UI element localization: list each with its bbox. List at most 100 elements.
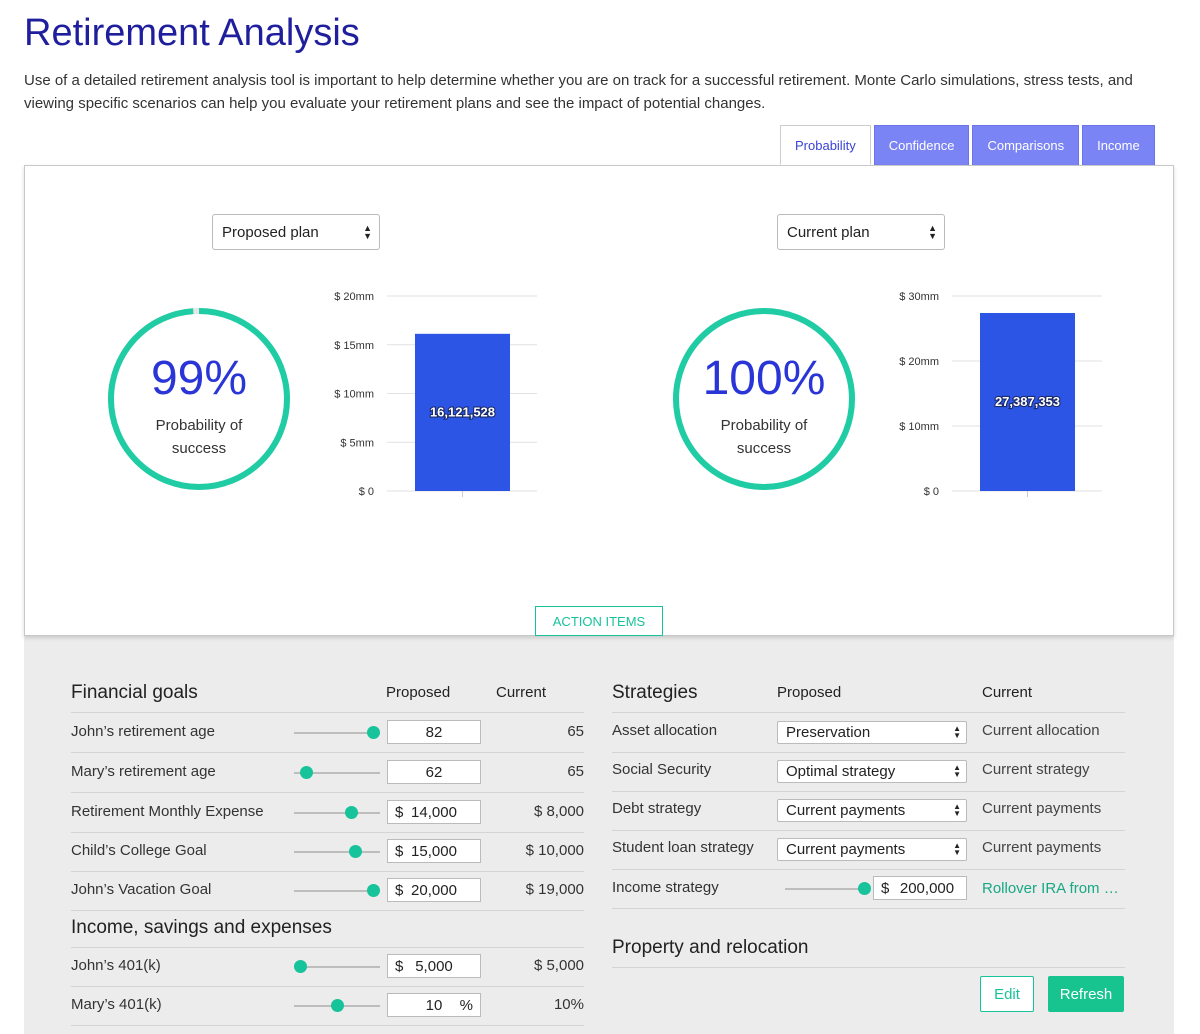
select-arrows-icon: ▲ ▼: [953, 802, 961, 818]
row-divider: [612, 869, 1125, 870]
strategy-select[interactable]: Optimal strategy ▲ ▼: [777, 760, 967, 783]
probability-card: Proposed plan ▲ ▼ 99% Probability of succ…: [24, 165, 1174, 636]
select-arrows-icon: ▲ ▼: [953, 724, 961, 740]
y-tick-label: $ 10mm: [334, 389, 374, 401]
slider-knob[interactable]: [293, 960, 307, 973]
current-value: $ 5,000: [533, 957, 584, 974]
proposed-probability-value: 99%: [150, 352, 248, 405]
unit-symbol: %: [459, 996, 473, 1014]
value-input[interactable]: 82: [387, 720, 481, 744]
income-strategy-current-link[interactable]: Rollover IRA from …: [982, 880, 1119, 897]
slider-knob[interactable]: [367, 884, 381, 897]
proposed-plan-select[interactable]: Proposed plan ▲ ▼: [212, 214, 380, 250]
y-tick-label: $ 15mm: [334, 340, 374, 352]
strategy-select-value: Current payments: [786, 802, 906, 819]
financial-goals-current-header: Current: [496, 684, 547, 701]
probability-label-line2: success: [171, 440, 227, 457]
strategy-label: Social Security: [612, 761, 712, 778]
row-label: John’s Vacation Goal: [71, 881, 212, 898]
row-divider: [612, 712, 1125, 713]
current-plan-select[interactable]: Current plan ▲ ▼: [777, 214, 945, 250]
current-value: 10%: [553, 996, 584, 1013]
select-arrows-icon: ▲ ▼: [928, 223, 937, 241]
row-divider: [71, 712, 584, 713]
y-tick-label: $ 10mm: [899, 421, 939, 433]
current-probability-label: Probability of success: [669, 414, 859, 460]
y-tick-label: $ 20mm: [899, 356, 939, 368]
select-arrows-icon: ▲ ▼: [953, 763, 961, 779]
proposed-value-chart: $ 0 $ 5mm $ 10mm $ 15mm $ 20mm 16,121,528: [315, 284, 555, 514]
strategy-select-value: Preservation: [786, 724, 871, 741]
income-strategy-value: 200,000: [899, 879, 955, 897]
proposed-bar-chart-svg: $ 0 $ 5mm $ 10mm $ 15mm $ 20mm 16,121,528: [334, 291, 537, 498]
strategy-select[interactable]: Current payments ▲ ▼: [777, 799, 967, 822]
slider-knob[interactable]: [331, 999, 345, 1012]
y-tick-label: $ 5mm: [340, 437, 374, 449]
current-value-chart: $ 0 $ 10mm $ 20mm $ 30mm 27,387,353: [880, 284, 1120, 514]
proposed-probability-gauge: 99% Probability of success: [104, 304, 294, 494]
edit-button[interactable]: Edit: [980, 976, 1034, 1012]
current-value: $ 8,000: [533, 803, 584, 820]
financial-goals-proposed-header: Proposed: [386, 684, 451, 701]
slider-knob[interactable]: [300, 766, 314, 779]
row-label: John’s retirement age: [71, 723, 215, 740]
row-divider: [612, 908, 1125, 909]
income-strategy-slider-knob[interactable]: [857, 882, 871, 895]
strategies-title: Strategies: [612, 682, 698, 703]
value-input[interactable]: $15,000: [387, 839, 481, 863]
tab-probability[interactable]: Probability: [780, 125, 871, 165]
slider-track[interactable]: [294, 966, 380, 968]
value-input[interactable]: 10%: [387, 993, 481, 1017]
slider-track[interactable]: [294, 851, 380, 853]
row-divider: [71, 792, 584, 793]
strategy-current-value: Current allocation: [982, 722, 1100, 739]
current-probability-gauge: 100% Probability of success: [669, 304, 859, 494]
probability-label-line1: Probability of: [155, 417, 243, 434]
strategy-select[interactable]: Preservation ▲ ▼: [777, 721, 967, 744]
strategy-select[interactable]: Current payments ▲ ▼: [777, 838, 967, 861]
input-value: 82: [425, 723, 443, 741]
bar-data-label: 27,387,353: [995, 394, 1060, 409]
value-input[interactable]: $14,000: [387, 800, 481, 824]
strategy-label: Asset allocation: [612, 722, 718, 739]
y-tick-label: $ 30mm: [899, 291, 939, 303]
row-divider: [71, 832, 584, 833]
row-divider: [71, 910, 584, 911]
row-divider: [71, 752, 584, 753]
value-input[interactable]: $5,000: [387, 954, 481, 978]
refresh-button[interactable]: Refresh: [1048, 976, 1124, 1012]
page-description: Use of a detailed retirement analysis to…: [24, 72, 1133, 112]
action-items-button[interactable]: ACTION ITEMS: [535, 606, 663, 636]
tab-income[interactable]: Income: [1082, 125, 1155, 165]
current-probability-value: 100%: [702, 352, 826, 405]
financial-goals-title: Financial goals: [71, 682, 198, 703]
tab-confidence[interactable]: Confidence: [873, 125, 970, 165]
row-label: Child’s College Goal: [71, 842, 207, 859]
slider-knob[interactable]: [345, 806, 359, 819]
row-label: Retirement Monthly Expense: [71, 803, 264, 820]
page-title: Retirement Analysis: [24, 12, 360, 54]
bar-data-label: 16,121,528: [430, 404, 495, 419]
income-strategy-slider-track[interactable]: [785, 888, 866, 890]
value-input[interactable]: 62: [387, 760, 481, 784]
income-strategy-input[interactable]: $ 200,000: [873, 876, 967, 900]
slider-track[interactable]: [294, 812, 380, 814]
property-relocation-title: Property and relocation: [612, 937, 809, 958]
select-arrows-icon: ▲ ▼: [953, 841, 961, 857]
y-tick-label: $ 20mm: [334, 291, 374, 303]
strategies-proposed-header: Proposed: [777, 684, 842, 701]
current-value: $ 19,000: [525, 881, 584, 898]
row-divider: [612, 967, 1125, 968]
select-arrows-icon: ▲ ▼: [363, 223, 372, 241]
strategies-current-header: Current: [982, 684, 1033, 701]
row-divider: [612, 752, 1125, 753]
row-divider: [612, 791, 1125, 792]
value-input[interactable]: $20,000: [387, 878, 481, 902]
tab-comparisons[interactable]: Comparisons: [972, 125, 1080, 165]
strategy-label: Debt strategy: [612, 800, 702, 817]
current-value: 65: [567, 763, 584, 780]
current-value: 65: [567, 723, 584, 740]
input-value: 15,000: [411, 842, 457, 860]
slider-knob[interactable]: [349, 845, 363, 858]
slider-knob[interactable]: [367, 726, 381, 739]
